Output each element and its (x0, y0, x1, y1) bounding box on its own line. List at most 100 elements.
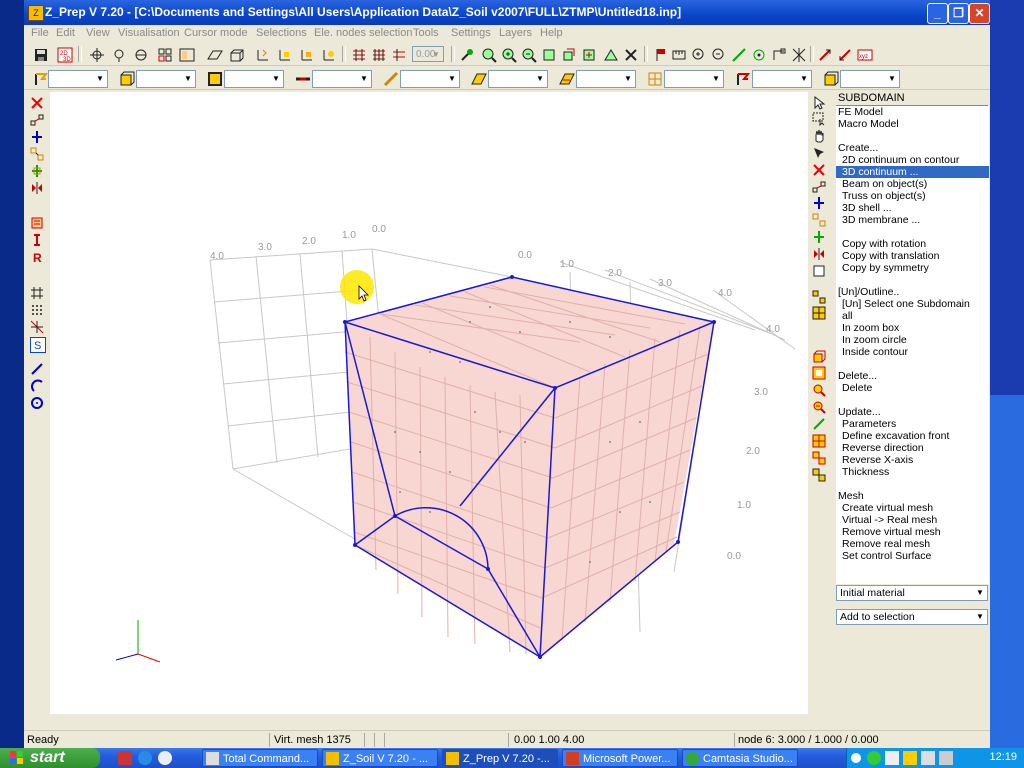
mesh-layers-icon[interactable] (390, 46, 408, 64)
task-powerpoint[interactable]: Microsoft Power... (562, 749, 678, 767)
pan-icon[interactable] (580, 46, 598, 64)
task-z-prep[interactable]: Z_Prep V 7.20 -... (442, 749, 558, 767)
material-select[interactable]: Initial material ▼ (836, 585, 988, 601)
delete-red-x-icon[interactable] (30, 96, 44, 110)
hand-pan-icon[interactable] (812, 129, 826, 143)
circle-center-icon[interactable] (750, 46, 768, 64)
truss-combo[interactable]: ▼ (400, 70, 460, 88)
panel-item[interactable]: Remove real mesh (836, 538, 989, 550)
membrane-combo[interactable]: ▼ (576, 70, 636, 88)
constraint-icon[interactable] (812, 230, 826, 244)
object-list-icon[interactable] (30, 216, 44, 230)
create-3d-icon[interactable] (812, 350, 826, 364)
pointer-select-icon[interactable] (812, 96, 826, 110)
frame-icon[interactable] (770, 46, 788, 64)
panel-item[interactable]: Set control Surface (836, 550, 989, 562)
draw-circle-icon[interactable] (30, 396, 44, 410)
outline-toggle-icon[interactable] (812, 290, 826, 304)
task-total-commander[interactable]: Total Command... (202, 749, 318, 767)
grid-snap-icon[interactable] (30, 286, 44, 300)
beam-combo[interactable]: ▼ (312, 70, 372, 88)
model-viewport[interactable]: 4.0 3.0 2.0 1.0 0.0 0.0 1.0 2.0 3.0 4.0 … (50, 92, 832, 714)
merge-element-icon[interactable] (812, 468, 826, 482)
panel-item[interactable]: 3D continuum ... (836, 166, 989, 178)
close-button[interactable]: ✕ (969, 3, 990, 24)
membrane-icon[interactable] (558, 70, 576, 88)
add-element-icon[interactable] (132, 46, 150, 64)
task-camtasia[interactable]: Camtasia Studio... (682, 749, 798, 767)
layer-combo[interactable]: ▼ (840, 70, 900, 88)
arrow-select-icon[interactable] (812, 146, 826, 160)
delete-object-icon[interactable] (812, 163, 826, 177)
3d-model-canvas[interactable]: 4.0 3.0 2.0 1.0 0.0 0.0 1.0 2.0 3.0 4.0 … (50, 92, 832, 714)
axis-free-icon[interactable] (320, 46, 338, 64)
split-element-icon[interactable] (812, 451, 826, 465)
zoom-element-icon[interactable] (812, 400, 826, 414)
panel-item[interactable]: Reverse direction (836, 442, 989, 454)
panel-item[interactable]: Reverse X-axis (836, 454, 989, 466)
panel-item[interactable]: [Un] Select one Subdomain (836, 298, 989, 310)
node-chain-icon[interactable] (30, 147, 44, 161)
plane-icon[interactable] (206, 46, 224, 64)
draw-line-icon[interactable] (30, 362, 44, 376)
empty-frame-icon[interactable] (812, 264, 826, 278)
grid-icon[interactable] (156, 46, 174, 64)
line-element-icon[interactable] (812, 417, 826, 431)
key-icon[interactable] (458, 46, 476, 64)
panel-item[interactable]: 3D shell ... (836, 202, 989, 214)
tray-home-icon[interactable] (885, 751, 899, 765)
tray-volume-icon[interactable] (939, 751, 953, 765)
panel-item[interactable]: Parameters (836, 418, 989, 430)
cross-axes-icon[interactable] (790, 46, 808, 64)
panel-item[interactable]: Inside contour (836, 346, 989, 358)
quicklaunch-app-icon[interactable] (118, 751, 132, 765)
geometry-combo[interactable]: ▼ (224, 70, 284, 88)
rotate-icon[interactable] (560, 46, 578, 64)
pencil-arrow-icon[interactable] (836, 46, 854, 64)
shell-combo[interactable]: ▼ (488, 70, 548, 88)
menu-file[interactable]: File (31, 27, 49, 39)
fixity-icon[interactable] (30, 164, 44, 178)
contact-icon[interactable] (646, 70, 664, 88)
tray-display-icon[interactable] (921, 751, 935, 765)
zoom-in-icon[interactable] (500, 46, 518, 64)
panel-item[interactable]: Copy by symmetry (836, 262, 989, 274)
pencil-line-icon[interactable] (816, 46, 834, 64)
boundary-flag-icon[interactable] (734, 70, 752, 88)
panel-item[interactable]: Define excavation front (836, 430, 989, 442)
menu-layers[interactable]: Layers (499, 27, 532, 39)
task-z-soil[interactable]: Z_Soil V 7.20 - ... (322, 749, 438, 767)
window-element-icon[interactable] (812, 366, 826, 380)
panel-item[interactable]: Beam on object(s) (836, 178, 989, 190)
quicklaunch-media-icon[interactable] (158, 751, 172, 765)
add-point-icon[interactable] (110, 46, 128, 64)
menu-settings[interactable]: Settings (451, 27, 491, 39)
connect-nodes-icon[interactable] (812, 180, 826, 194)
menu-ele-nodes-selection[interactable]: Ele. nodes selection (314, 27, 412, 39)
support-icon[interactable] (30, 130, 44, 144)
shell-icon[interactable] (470, 70, 488, 88)
panel-item[interactable]: In zoom circle (836, 334, 989, 346)
tray-security-icon[interactable] (903, 751, 917, 765)
search-element-icon[interactable] (812, 383, 826, 397)
line-tool-icon[interactable] (730, 46, 748, 64)
panel-item[interactable]: Delete (836, 382, 989, 394)
menu-selections[interactable]: Selections (256, 27, 307, 39)
menu-tools[interactable]: Tools (413, 27, 439, 39)
dimension-xyz-icon[interactable]: xyz (856, 46, 874, 64)
measure-icon[interactable] (670, 46, 688, 64)
add-node-icon[interactable] (88, 46, 106, 64)
app-icon[interactable]: Z (28, 5, 44, 21)
maximize-button[interactable]: ❐ (948, 3, 969, 24)
view-2d-3d-icon[interactable]: 2D 3D (56, 46, 74, 64)
beam-icon[interactable] (294, 70, 312, 88)
zoom-window-icon[interactable] (480, 46, 498, 64)
magnify-plus-icon[interactable] (690, 46, 708, 64)
node-link-icon[interactable] (30, 113, 44, 127)
panel-item[interactable]: Truss on object(s) (836, 190, 989, 202)
axis-x-icon[interactable] (276, 46, 294, 64)
magnify-minus-icon[interactable] (710, 46, 728, 64)
snap-diagonal-icon[interactable] (30, 320, 44, 334)
panel-item[interactable]: all (836, 310, 989, 322)
panel-item[interactable]: Thickness (836, 466, 989, 478)
